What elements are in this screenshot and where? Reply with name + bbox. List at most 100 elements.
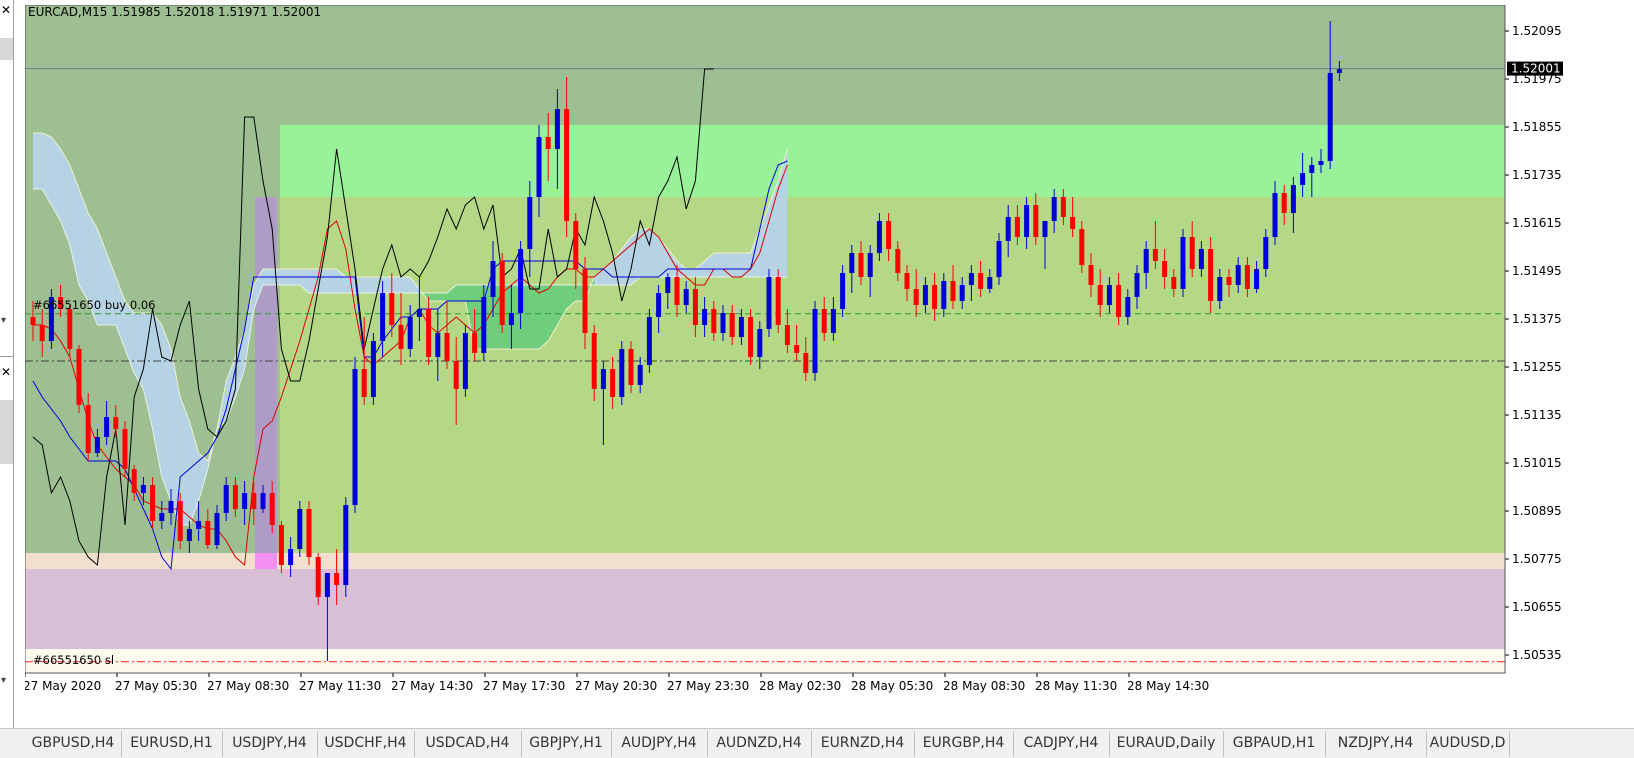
cloud-segment (391, 277, 401, 293)
close-icon[interactable]: ✕ (1, 4, 11, 16)
price-chart[interactable]: 1.520951.519751.518551.517351.516151.514… (25, 5, 1570, 693)
time-axis: 27 May 2020 27 May 05:30 27 May 08:30 27 Ma… (25, 673, 1209, 693)
candle-body (720, 313, 726, 333)
time-tick-label: 28 May 02:30 (759, 679, 841, 693)
tab-audjpy-h4[interactable]: AUDJPY,H4 (611, 731, 708, 757)
price-tick-label: 1.51495 (1512, 264, 1562, 278)
candle-body (987, 277, 993, 289)
chevron-down-icon[interactable]: ▾ (1, 316, 6, 326)
cloud-segment (456, 285, 466, 301)
candle-body (288, 549, 294, 565)
cloud-segment (428, 293, 438, 301)
cloud-segment (33, 133, 43, 189)
candle-body (683, 289, 689, 305)
candle-body (582, 269, 588, 333)
candle-body (600, 369, 606, 389)
candle-body (904, 273, 910, 289)
tab-usdjpy-h4[interactable]: USDJPY,H4 (222, 731, 318, 757)
candle-body (1125, 297, 1131, 317)
candle-body (1300, 173, 1306, 185)
candle-body (306, 509, 312, 557)
candle-body (389, 293, 395, 325)
tab-gbpjpy-h1[interactable]: GBPJPY,H1 (521, 731, 612, 757)
candle-body (370, 341, 376, 397)
time-tick-label: 27 May 05:30 (115, 679, 197, 693)
candle-body (840, 273, 846, 309)
tab-audusd-d[interactable]: AUDUSD,D (1426, 731, 1510, 757)
price-tick-label: 1.50895 (1512, 504, 1562, 518)
cloud-segment (437, 293, 447, 301)
candle-body (416, 309, 422, 317)
panel-scrollbar[interactable] (0, 38, 13, 60)
tab-gbpusd-h4[interactable]: GBPUSD,H4 (25, 731, 122, 757)
price-axis-bg (1506, 5, 1570, 673)
candle-body (1217, 277, 1223, 301)
zone-rect (25, 5, 1505, 125)
tab-eurgbp-h4[interactable]: EURGBP,H4 (914, 731, 1014, 757)
chart-tabs: GBPUSD,H4 EURUSD,H1 USDJPY,H4 USDCHF,H4 USDC… (0, 728, 1634, 758)
tab-usdchf-h4[interactable]: USDCHF,H4 (317, 731, 415, 757)
candle-body (1171, 277, 1177, 289)
candle-body (1189, 237, 1195, 269)
candle-body (1060, 197, 1066, 217)
tab-nzdjpy-h4[interactable]: NZDJPY,H4 (1325, 731, 1427, 757)
tab-euraud-daily[interactable]: EURAUD,Daily (1109, 731, 1224, 757)
candle-body (1079, 229, 1085, 265)
cloud-segment (401, 277, 411, 293)
candle-body (269, 493, 275, 525)
candle-body (94, 437, 100, 453)
candle (76, 345, 82, 413)
candle-body (177, 501, 183, 541)
candle-body (794, 345, 800, 353)
candle-body (996, 241, 1002, 277)
candle (619, 341, 625, 405)
candle-body (849, 253, 855, 273)
time-tick-label: 28 May 08:30 (943, 679, 1025, 693)
time-tick-label: 27 May 20:30 (575, 679, 657, 693)
tab-eurusd-h1[interactable]: EURUSD,H1 (121, 731, 223, 757)
candle-body (1033, 205, 1039, 237)
candle-body (490, 261, 496, 297)
candle-body (159, 513, 165, 521)
candle-body (950, 281, 956, 301)
candle-body (186, 529, 192, 541)
price-tick-label: 1.50775 (1512, 552, 1562, 566)
candle-body (766, 277, 772, 329)
close-icon[interactable]: ✕ (1, 366, 11, 378)
cloud-segment (364, 277, 374, 293)
candle (177, 493, 183, 549)
candle-body (30, 317, 36, 325)
candle (352, 357, 358, 513)
candle-body (812, 309, 818, 373)
candle-body (205, 521, 211, 545)
candle-body (1014, 217, 1020, 237)
tab-usdcad-h4[interactable]: USDCAD,H4 (414, 731, 522, 757)
tab-gbpaud-h1[interactable]: GBPAUD,H1 (1223, 731, 1326, 757)
tab-eurnzd-h4[interactable]: EURNZD,H4 (811, 731, 915, 757)
zone-rect (25, 569, 1505, 649)
chevron-down-icon[interactable]: ▾ (1, 676, 6, 686)
price-tick-label: 1.51855 (1512, 120, 1562, 134)
candle-body (702, 309, 708, 325)
candle-body (610, 369, 616, 397)
price-tick-label: 1.51615 (1512, 216, 1562, 230)
candle-body (499, 261, 505, 325)
cloud-segment (732, 253, 742, 277)
cloud-segment (713, 253, 723, 277)
tab-cadjpy-h4[interactable]: CADJPY,H4 (1013, 731, 1110, 757)
candle-body (481, 297, 487, 353)
price-tick-label: 1.50535 (1512, 648, 1562, 662)
candle-body (343, 505, 349, 585)
order-label: #66551650 buy 0.06 (33, 298, 155, 312)
tab-audnzd-h4[interactable]: AUDNZD,H4 (707, 731, 812, 757)
panel-scrollbar[interactable] (0, 400, 13, 464)
candle-body (692, 289, 698, 325)
candle-body (784, 325, 790, 345)
candle-body (968, 273, 974, 285)
candle-body (426, 309, 432, 357)
price-tick-label: 1.51255 (1512, 360, 1562, 374)
candle-body (1116, 285, 1122, 317)
candle-body (536, 137, 542, 197)
candle-body (554, 109, 560, 149)
chart-header: EURCAD,M15 1.51985 1.52018 1.51971 1.520… (28, 5, 321, 19)
